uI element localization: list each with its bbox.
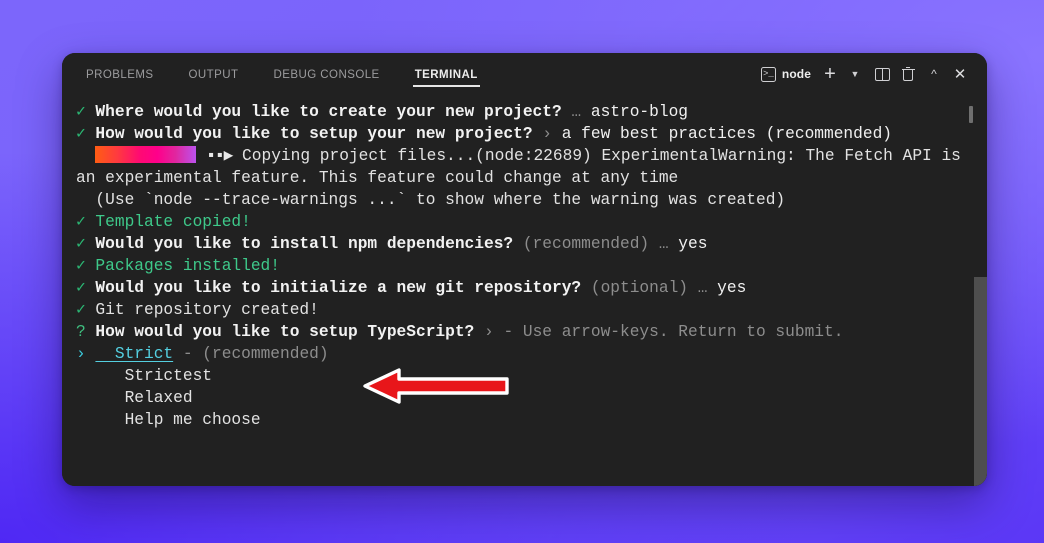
plus-icon: + bbox=[824, 63, 836, 85]
line-option-strict: › Strict - (recommended) bbox=[76, 343, 961, 365]
trash-icon bbox=[901, 66, 915, 82]
new-terminal-button[interactable]: + bbox=[817, 61, 843, 87]
tab-debug-console[interactable]: DEBUG CONSOLE bbox=[266, 58, 388, 91]
line-segment: How would you like to setup TypeScript? bbox=[95, 323, 475, 341]
line-segment: … bbox=[561, 103, 591, 121]
line-marker: ✓ bbox=[76, 257, 86, 275]
line-segment: Help me choose bbox=[95, 411, 261, 429]
line-marker-empty bbox=[76, 145, 86, 167]
desktop-background: PROBLEMS OUTPUT DEBUG CONSOLE TERMINAL >… bbox=[0, 0, 1044, 543]
line-segment: Git repository created! bbox=[95, 301, 319, 319]
line-marker: ✓ bbox=[76, 125, 86, 143]
line-marker: ✓ bbox=[76, 103, 86, 121]
line-option-relaxed: Relaxed bbox=[76, 387, 961, 409]
line-segment: Packages installed! bbox=[95, 257, 280, 275]
line-git-created: ✓ Git repository created! bbox=[76, 299, 961, 321]
line-segment: yes bbox=[717, 279, 747, 297]
tab-terminal[interactable]: TERMINAL bbox=[407, 58, 486, 91]
line-segment: Where would you like to create your new … bbox=[95, 103, 562, 121]
line-marker: ? bbox=[76, 323, 86, 341]
new-terminal-dropdown-button[interactable]: ▼ bbox=[843, 61, 869, 87]
line-marker-empty bbox=[76, 189, 86, 211]
line-option-strictest: Strictest bbox=[76, 365, 961, 387]
spinner-icon: ▪▪▶ bbox=[206, 147, 233, 165]
line-marker: ✓ bbox=[76, 235, 86, 253]
line-segment: Strictest bbox=[95, 367, 212, 385]
line-segment: astro-blog bbox=[590, 103, 689, 121]
panel-actions: >_ node + ▼ ^ ✕ bbox=[759, 61, 973, 87]
line-segment: Template copied! bbox=[95, 213, 251, 231]
line-segment: (optional) … bbox=[581, 279, 718, 297]
line-template-copied: ✓ Template copied! bbox=[76, 211, 961, 233]
terminal-prompt-icon: >_ bbox=[760, 66, 776, 82]
line-marker: ✓ bbox=[76, 213, 86, 231]
line-segment: yes bbox=[678, 235, 708, 253]
progress-gradient-bar bbox=[95, 146, 197, 163]
line-segment: (Use `node --trace-warnings ...` to show… bbox=[95, 191, 786, 209]
split-terminal-button[interactable] bbox=[869, 61, 895, 87]
line-create-project: ✓ Where would you like to create your ne… bbox=[76, 101, 961, 123]
line-init-git: ✓ Would you like to initialize a new git… bbox=[76, 277, 961, 299]
terminal-cursor bbox=[969, 106, 973, 123]
line-segment: Would you like to install npm dependenci… bbox=[95, 235, 514, 253]
close-x-icon: ✕ bbox=[953, 65, 967, 83]
line-marker: › bbox=[76, 345, 86, 363]
line-marker-empty bbox=[76, 387, 86, 409]
line-segment: (recommended) … bbox=[513, 235, 679, 253]
line-copying-files: ▪▪▶ Copying project files...(node:22689)… bbox=[76, 145, 961, 189]
line-marker-empty bbox=[76, 409, 86, 431]
line-marker: ✓ bbox=[76, 279, 86, 297]
line-segment: - Use arrow-keys. Return to submit. bbox=[503, 323, 844, 341]
tab-output[interactable]: OUTPUT bbox=[181, 58, 247, 91]
line-segment: › bbox=[474, 323, 504, 341]
kill-terminal-button[interactable] bbox=[895, 61, 921, 87]
active-terminal-label: node bbox=[781, 67, 811, 81]
line-marker-empty bbox=[76, 365, 86, 387]
line-segment: Relaxed bbox=[95, 389, 193, 407]
line-packages-installed: ✓ Packages installed! bbox=[76, 255, 961, 277]
line-segment: a few best practices (recommended) bbox=[561, 125, 892, 143]
split-panel-icon bbox=[874, 67, 890, 81]
line-segment: How would you like to setup your new pro… bbox=[95, 125, 533, 143]
line-install-npm: ✓ Would you like to install npm dependen… bbox=[76, 233, 961, 255]
line-marker: ✓ bbox=[76, 301, 86, 319]
panel-tab-bar: PROBLEMS OUTPUT DEBUG CONSOLE TERMINAL >… bbox=[62, 53, 987, 95]
close-panel-button[interactable]: ✕ bbox=[947, 61, 973, 87]
chevron-down-icon: ▼ bbox=[850, 68, 860, 79]
line-segment: › bbox=[532, 125, 562, 143]
maximize-panel-button[interactable]: ^ bbox=[921, 61, 947, 87]
line-segment: - bbox=[173, 345, 203, 363]
terminal-text: ✓ Where would you like to create your ne… bbox=[62, 101, 987, 431]
vscode-terminal-panel: PROBLEMS OUTPUT DEBUG CONSOLE TERMINAL >… bbox=[62, 53, 987, 486]
line-segment: (recommended) bbox=[202, 345, 329, 363]
terminal-output-area[interactable]: ✓ Where would you like to create your ne… bbox=[62, 95, 987, 486]
line-setup-typescript: ? How would you like to setup TypeScript… bbox=[76, 321, 961, 343]
line-segment: Would you like to initialize a new git r… bbox=[95, 279, 582, 297]
terminal-scrollbar-thumb[interactable] bbox=[974, 277, 987, 486]
chevron-up-icon: ^ bbox=[931, 67, 937, 81]
line-setup-project: ✓ How would you like to setup your new p… bbox=[76, 123, 961, 145]
line-option-help: Help me choose bbox=[76, 409, 961, 431]
line-segment: Strict bbox=[95, 345, 174, 363]
line-trace-warnings: (Use `node --trace-warnings ...` to show… bbox=[76, 189, 961, 211]
tab-problems[interactable]: PROBLEMS bbox=[78, 58, 162, 91]
active-terminal-selector[interactable]: >_ node bbox=[759, 61, 817, 87]
